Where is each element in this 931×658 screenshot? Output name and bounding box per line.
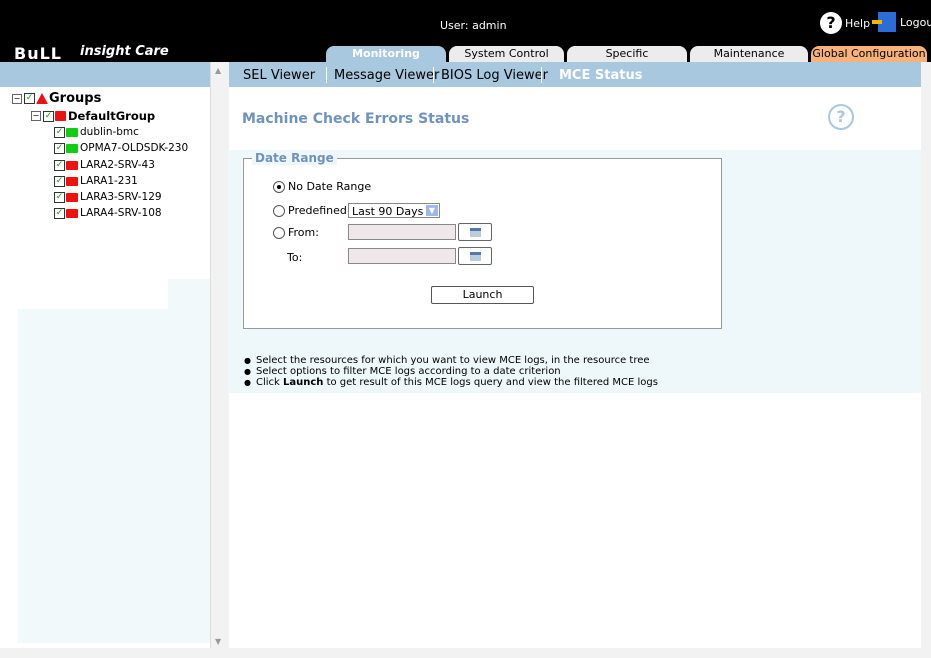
- radio-label: Predefined:: [288, 204, 351, 217]
- checkbox-checked[interactable]: ✓: [54, 126, 65, 138]
- server-error-icon: [66, 176, 78, 186]
- checkbox-checked[interactable]: ✓: [54, 191, 65, 203]
- help-icon: ?: [820, 12, 842, 34]
- tree-group-defaultgroup[interactable]: − ✓ DefaultGroup: [31, 109, 155, 123]
- instruction-suffix: to get result of this MCE logs query and…: [323, 377, 658, 388]
- tree-node-label: LARA2-SRV-43: [80, 159, 155, 171]
- from-calendar-button[interactable]: [458, 223, 492, 241]
- radio-unselected-icon[interactable]: [273, 204, 285, 217]
- instructions-list: Select the resources for which you want …: [244, 355, 658, 388]
- tree-root-label: Groups: [49, 91, 102, 106]
- tree-background: [168, 279, 210, 643]
- page-title: Machine Check Errors Status: [242, 111, 470, 127]
- tree-node-dublin-bmc[interactable]: ✓ dublin-bmc: [54, 126, 139, 138]
- resource-tree: [0, 87, 210, 653]
- instruction-launch-keyword: Launch: [283, 377, 324, 388]
- subnav-bios-log-viewer[interactable]: BIOS Log Viewer: [441, 68, 548, 83]
- tab-global-configuration[interactable]: Global Configuration: [811, 46, 927, 62]
- from-date-input[interactable]: [348, 224, 456, 240]
- chevron-down-icon: ▼: [426, 205, 438, 216]
- help-question-icon[interactable]: ?: [828, 104, 854, 130]
- tree-node-label: LARA1-231: [80, 175, 138, 187]
- checkbox-checked[interactable]: ✓: [54, 175, 65, 187]
- subnav-separator: [541, 67, 542, 83]
- subnav-mce-status[interactable]: MCE Status: [559, 68, 642, 83]
- subnav-sel-viewer[interactable]: SEL Viewer: [243, 68, 315, 83]
- tab-specific-configuration[interactable]: Specific Configuration: [567, 46, 687, 76]
- horizontal-scrollbar[interactable]: [0, 648, 931, 658]
- radio-label: From:: [288, 226, 319, 239]
- tree-node-lara1-231[interactable]: ✓ LARA1-231: [54, 175, 138, 187]
- collapse-icon[interactable]: −: [12, 93, 22, 104]
- checkbox-checked[interactable]: ✓: [24, 93, 35, 104]
- group-icon: [55, 111, 66, 121]
- content-vertical-scrollbar[interactable]: [921, 62, 931, 653]
- tab-monitoring[interactable]: Monitoring: [326, 46, 446, 62]
- tree-root-groups[interactable]: − ✓ Groups: [12, 91, 101, 106]
- server-error-icon: [66, 192, 78, 202]
- server-error-icon: [66, 160, 78, 170]
- select-value: Last 90 Days: [352, 205, 424, 218]
- subnav-separator: [433, 67, 434, 83]
- checkbox-checked[interactable]: ✓: [54, 142, 65, 154]
- calendar-icon: [470, 252, 481, 261]
- brand-name: insight Care: [80, 44, 169, 59]
- tree-background: [18, 309, 168, 643]
- instruction-item: Click Launch to get result of this MCE l…: [244, 377, 658, 388]
- server-ok-icon: [66, 127, 78, 137]
- radio-from[interactable]: From:: [273, 226, 319, 239]
- logout-label: Logout: [900, 15, 931, 29]
- to-date-input[interactable]: [348, 248, 456, 264]
- warning-icon: [36, 93, 48, 104]
- tree-node-lara2-srv-43[interactable]: ✓ LARA2-SRV-43: [54, 159, 155, 171]
- to-calendar-button[interactable]: [458, 247, 492, 265]
- instruction-prefix: Click: [255, 377, 283, 388]
- help-link[interactable]: ? Help: [820, 12, 870, 34]
- checkbox-checked[interactable]: ✓: [54, 159, 65, 171]
- date-range-legend: Date Range: [252, 151, 337, 165]
- scroll-up-icon[interactable]: ▲: [215, 66, 221, 75]
- help-label: Help: [845, 16, 871, 30]
- tree-node-lara4-srv-108[interactable]: ✓ LARA4-SRV-108: [54, 207, 162, 219]
- tree-group-label: DefaultGroup: [68, 109, 156, 123]
- collapse-icon[interactable]: −: [31, 111, 41, 121]
- tree-node-label: dublin-bmc: [80, 126, 139, 138]
- server-error-icon: [66, 208, 78, 218]
- tree-node-opma7-oldsdk-230[interactable]: ✓ OPMA7-OLDSDK-230: [54, 142, 188, 154]
- subnav-message-viewer[interactable]: Message Viewer: [334, 68, 439, 83]
- radio-unselected-icon[interactable]: [273, 226, 285, 239]
- subnav-separator: [326, 67, 327, 83]
- calendar-icon: [470, 228, 481, 237]
- checkbox-checked[interactable]: ✓: [43, 110, 54, 122]
- tab-maintenance[interactable]: Maintenance: [690, 46, 808, 62]
- radio-label: No Date Range: [288, 180, 372, 193]
- radio-predefined[interactable]: Predefined:: [273, 204, 351, 217]
- scroll-down-icon[interactable]: ▼: [215, 637, 221, 646]
- logout-link[interactable]: Logout: [872, 12, 931, 32]
- instruction-item: Select the resources for which you want …: [244, 355, 658, 366]
- radio-selected-icon[interactable]: [273, 180, 285, 193]
- launch-button[interactable]: Launch: [431, 286, 534, 304]
- tree-node-label: LARA4-SRV-108: [80, 207, 162, 219]
- checkbox-checked[interactable]: ✓: [54, 207, 65, 219]
- logout-icon: [872, 12, 896, 32]
- tree-vertical-scrollbar[interactable]: ▲ ▼: [210, 62, 229, 653]
- tree-node-label: OPMA7-OLDSDK-230: [80, 142, 189, 154]
- top-banner: BuLL insight Care User: admin ? Help Log…: [0, 0, 931, 76]
- tab-system-control[interactable]: System Control: [449, 46, 564, 62]
- server-ok-icon: [66, 143, 78, 153]
- instruction-item: Select options to filter MCE logs accord…: [244, 366, 658, 377]
- predefined-range-select[interactable]: Last 90 Days ▼: [348, 203, 440, 218]
- user-label: User: admin: [440, 19, 507, 32]
- tree-node-label: LARA3-SRV-129: [80, 191, 162, 203]
- bull-logo: BuLL: [14, 44, 62, 63]
- tree-header-bar: [0, 62, 210, 87]
- radio-no-date-range[interactable]: No Date Range: [273, 180, 371, 193]
- tree-node-lara3-srv-129[interactable]: ✓ LARA3-SRV-129: [54, 191, 162, 203]
- to-label: To:: [287, 251, 303, 264]
